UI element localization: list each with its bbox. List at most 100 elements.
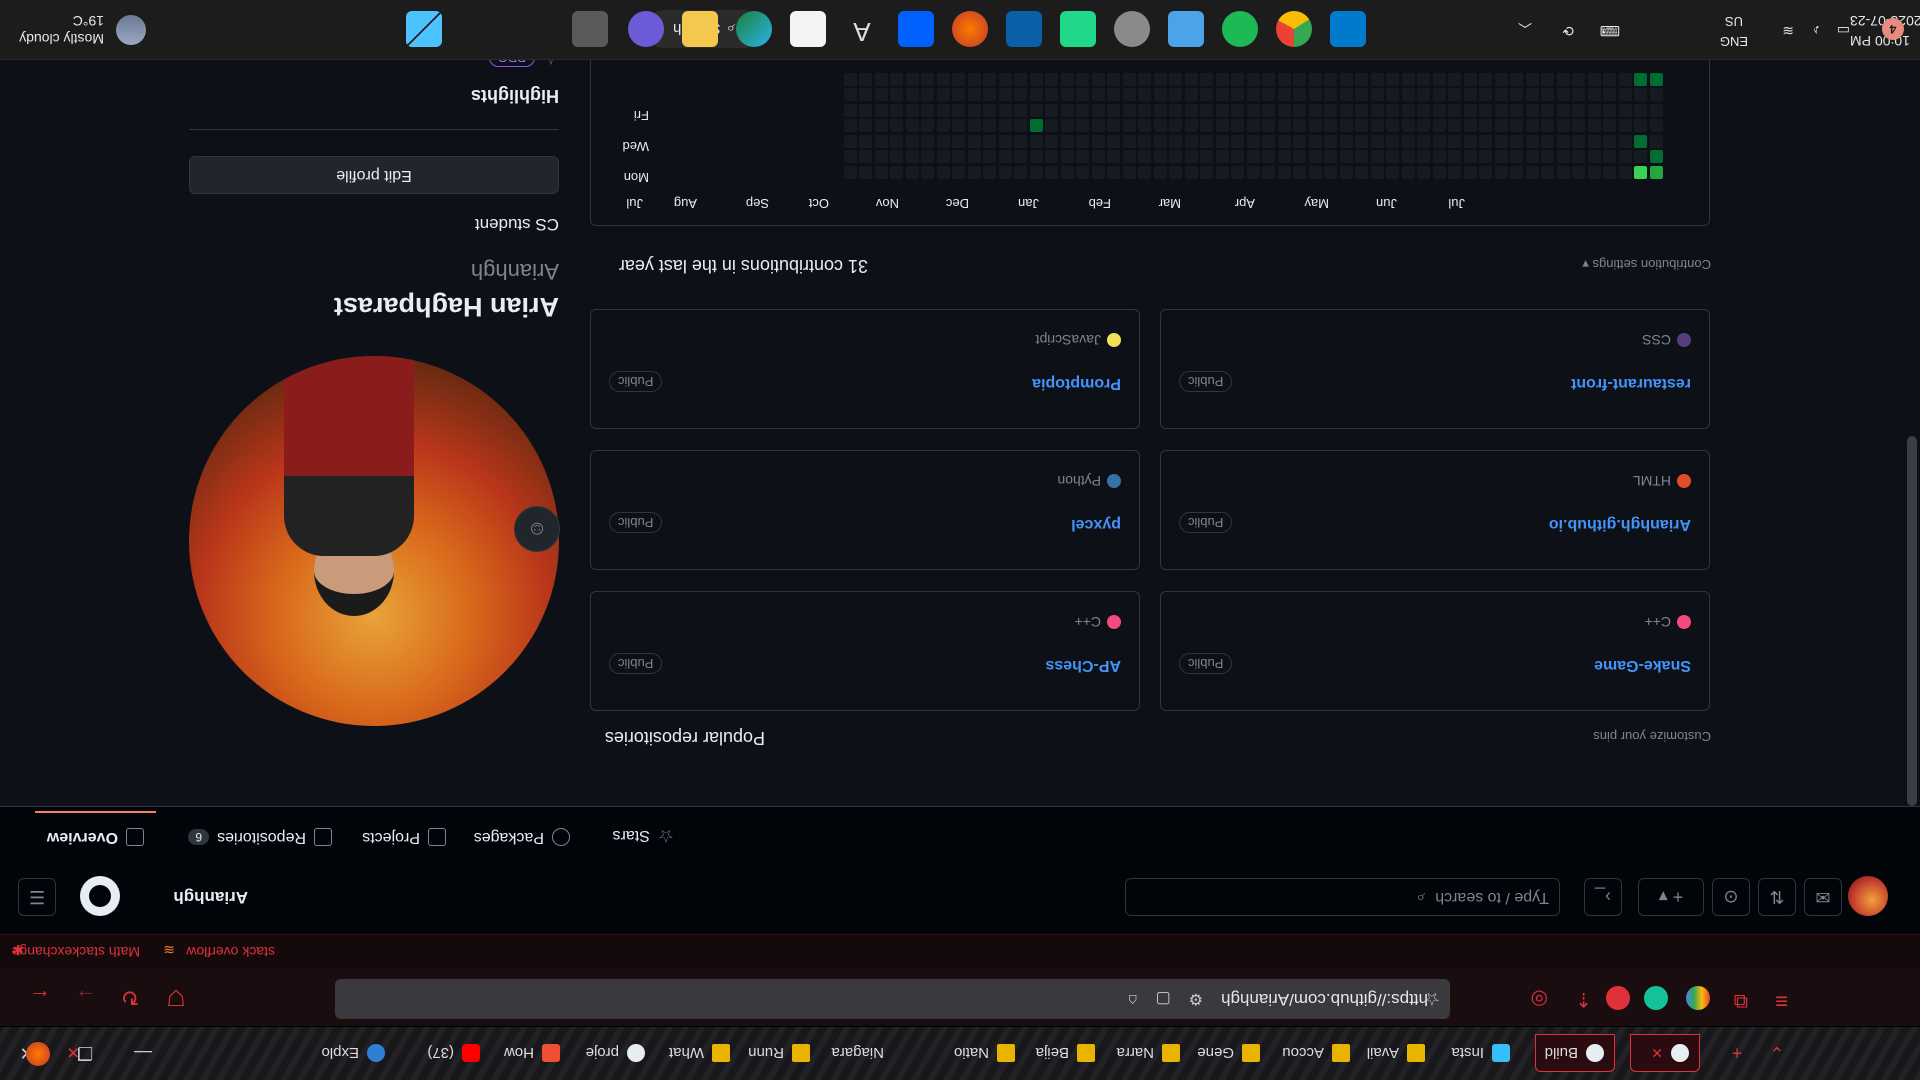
notification-badge[interactable]: 4 — [1882, 18, 1904, 40]
contribution-cell[interactable] — [1464, 73, 1477, 86]
url-text[interactable]: https://github.com/Arianhgh — [1221, 989, 1428, 1009]
contribution-cell[interactable] — [1433, 166, 1446, 179]
tab-gene[interactable]: Gene — [1187, 1034, 1270, 1072]
contribution-cell[interactable] — [1216, 135, 1229, 148]
contribution-cell[interactable] — [1448, 119, 1462, 133]
contribution-cell[interactable] — [1603, 104, 1617, 117]
contribution-cell[interactable] — [1200, 119, 1214, 133]
contribution-cell[interactable] — [1650, 119, 1663, 133]
tab-build[interactable]: Build — [1535, 1034, 1615, 1072]
contribution-cell[interactable] — [1293, 135, 1307, 148]
contribution-cell[interactable] — [1526, 166, 1539, 179]
contribution-cell[interactable] — [1526, 73, 1539, 86]
avatar[interactable] — [1848, 876, 1888, 916]
pycharm-icon[interactable] — [1060, 11, 1096, 47]
tab-current[interactable]: ✕ — [1630, 1034, 1700, 1072]
contribution-cell[interactable] — [1247, 73, 1260, 86]
tab-packages[interactable]: Packages — [474, 828, 570, 846]
contribution-cell[interactable] — [937, 150, 950, 164]
contribution-cell[interactable] — [844, 166, 857, 179]
contribution-cell[interactable] — [1448, 166, 1462, 179]
contribution-cell[interactable] — [1619, 166, 1632, 179]
bookmark-stack-overflow[interactable]: stack overflow — [186, 944, 275, 960]
scrollbar-thumb[interactable] — [1907, 436, 1917, 806]
contribution-cell[interactable] — [1479, 88, 1493, 102]
contribution-cell[interactable] — [1154, 88, 1167, 102]
contribution-cell[interactable] — [1293, 119, 1307, 133]
contribution-cell[interactable] — [1092, 150, 1105, 164]
contribution-cell[interactable] — [1231, 166, 1245, 179]
contribution-cell[interactable] — [906, 119, 919, 133]
contribution-cell[interactable] — [1293, 104, 1307, 117]
extension-icon[interactable]: ◎ — [1524, 988, 1548, 1012]
repo-name[interactable]: pyxcel — [1071, 515, 1121, 533]
font-app-icon[interactable]: A — [844, 11, 880, 47]
hamburger-menu-icon[interactable]: ☰ — [18, 878, 56, 916]
contribution-cell[interactable] — [1309, 88, 1322, 102]
contribution-cell[interactable] — [1138, 73, 1152, 86]
contribution-cell[interactable] — [1216, 104, 1229, 117]
contribution-cell[interactable] — [1588, 135, 1601, 148]
contribution-cell[interactable] — [983, 104, 997, 117]
contribution-cell[interactable] — [1200, 73, 1214, 86]
contribution-cell[interactable] — [1123, 73, 1136, 86]
contribution-cell[interactable] — [1340, 150, 1353, 164]
contribution-cell[interactable] — [1076, 104, 1090, 117]
contribution-cell[interactable] — [937, 104, 950, 117]
contribution-cell[interactable] — [952, 166, 966, 179]
contribution-cell[interactable] — [1045, 166, 1059, 179]
contribution-cell[interactable] — [1495, 119, 1508, 133]
store-icon[interactable] — [790, 11, 826, 47]
contribution-cell[interactable] — [1076, 166, 1090, 179]
contribution-cell[interactable] — [1650, 166, 1663, 179]
tab-proje[interactable]: proje — [576, 1034, 655, 1072]
language-indicator[interactable]: ENG US — [1720, 11, 1748, 51]
contribution-cell[interactable] — [1433, 104, 1446, 117]
minimize-window-icon[interactable]: — — [130, 1040, 156, 1066]
contribution-cell[interactable] — [1340, 88, 1353, 102]
contribution-cell[interactable] — [1557, 104, 1570, 117]
contribution-cell[interactable] — [968, 104, 981, 117]
teams-icon[interactable] — [628, 11, 664, 47]
contribution-cell[interactable] — [890, 119, 904, 133]
contribution-cell[interactable] — [1603, 150, 1617, 164]
contribution-cell[interactable] — [921, 135, 935, 148]
contribution-cell[interactable] — [1619, 119, 1632, 133]
contribution-cell[interactable] — [1107, 166, 1121, 179]
contribution-cell[interactable] — [1231, 119, 1245, 133]
dropbox-icon[interactable] — [898, 11, 934, 47]
contribution-cell[interactable] — [1588, 150, 1601, 164]
contribution-cell[interactable] — [1107, 73, 1121, 86]
contribution-cell[interactable] — [1386, 166, 1400, 179]
contribution-cell[interactable] — [1386, 73, 1400, 86]
contribution-cell[interactable] — [1417, 150, 1431, 164]
contribution-cell[interactable] — [1619, 150, 1632, 164]
contribution-cell[interactable] — [1340, 119, 1353, 133]
contribution-cell[interactable] — [844, 104, 857, 117]
contribution-cell[interactable] — [1557, 166, 1570, 179]
contribution-cell[interactable] — [1014, 73, 1028, 86]
contribution-cell[interactable] — [937, 135, 950, 148]
contribution-cell[interactable] — [1309, 119, 1322, 133]
contribution-cell[interactable] — [968, 119, 981, 133]
contribution-cell[interactable] — [1154, 104, 1167, 117]
set-status-icon[interactable]: ☺ — [514, 506, 560, 552]
contribution-cell[interactable] — [1061, 104, 1074, 117]
contribution-cell[interactable] — [1402, 135, 1415, 148]
contribution-cell[interactable] — [1278, 135, 1291, 148]
contribution-cell[interactable] — [1107, 88, 1121, 102]
repo-name[interactable]: Promptopia — [1032, 374, 1121, 392]
contribution-cell[interactable] — [1185, 73, 1198, 86]
contribution-cell[interactable] — [1448, 104, 1462, 117]
contribution-cell[interactable] — [1324, 150, 1338, 164]
contribution-cell[interactable] — [875, 150, 888, 164]
contribution-cell[interactable] — [1293, 73, 1307, 86]
contribution-cell[interactable] — [859, 150, 873, 164]
bookmark-math-stackexchange[interactable]: Math stackexchange — [12, 944, 140, 960]
contribution-cell[interactable] — [890, 104, 904, 117]
contribution-cell[interactable] — [1433, 119, 1446, 133]
contribution-cell[interactable] — [1510, 119, 1524, 133]
contribution-cell[interactable] — [1169, 119, 1183, 133]
contribution-cell[interactable] — [1045, 119, 1059, 133]
contribution-cell[interactable] — [1169, 150, 1183, 164]
